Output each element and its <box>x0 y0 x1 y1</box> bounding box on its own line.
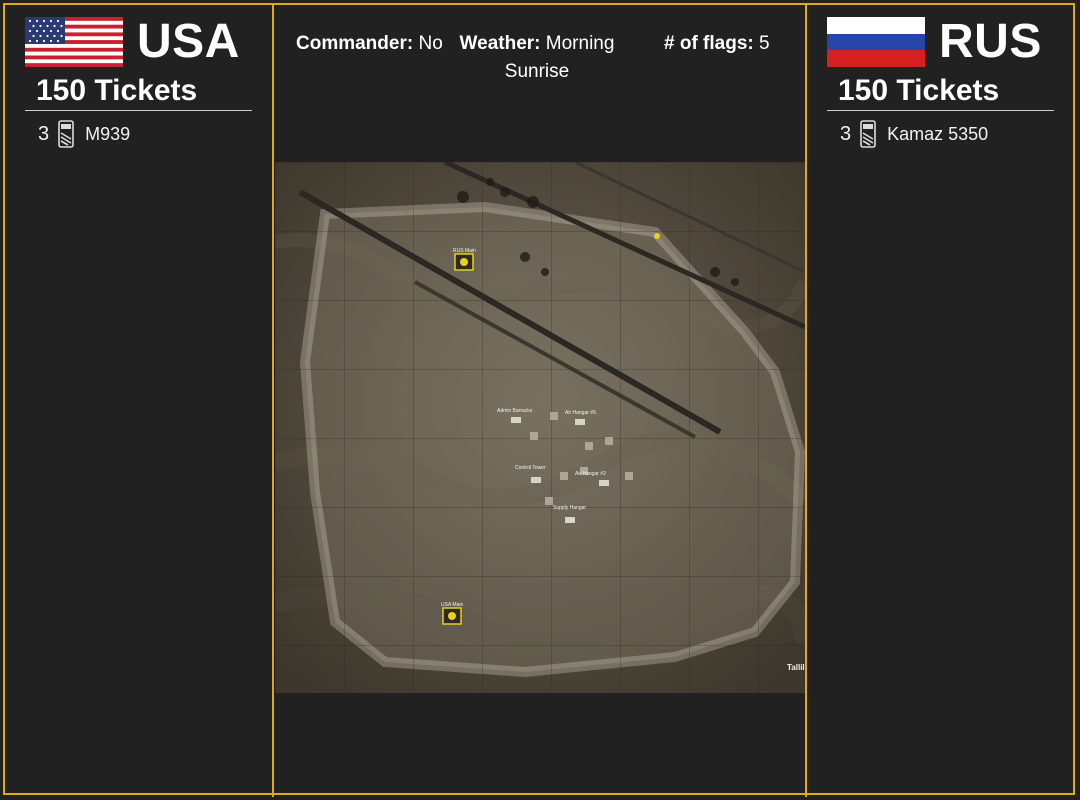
commander-label: Commander: <box>296 33 414 54</box>
divider-right <box>805 3 807 797</box>
label-control-tower: Control Tower <box>515 465 546 471</box>
flag-marker[interactable] <box>654 233 660 239</box>
vehicle-name: M939 <box>85 123 131 144</box>
flags-info: # of flags: 5 <box>664 30 770 58</box>
tickets-rus: 150 Tickets <box>838 74 1000 107</box>
truck-icon <box>58 120 74 148</box>
weather-info: Weather: Morning Sunrise <box>458 30 616 86</box>
usa-flag-icon <box>25 17 123 67</box>
commander-info: Commander: No <box>296 30 443 58</box>
label-tallil: Tallil <box>787 663 805 672</box>
label-air-hangar-2: Air Hangar #2 <box>575 471 606 477</box>
team-header-usa: USA <box>25 16 240 68</box>
label-usa-main: USA Main <box>441 602 463 608</box>
map-image: RUS Main USA Main Admin Barracks Air Han… <box>275 162 805 693</box>
divider-left <box>272 3 274 797</box>
team-name-rus: RUS <box>939 15 1042 68</box>
weather-label: Weather: <box>459 33 541 54</box>
rus-main-marker[interactable] <box>454 253 474 271</box>
map-view[interactable]: RUS Main USA Main Admin Barracks Air Han… <box>275 162 805 693</box>
label-rus-main: RUS Main <box>453 248 476 254</box>
label-air-hangar-5: Air Hangar #5 <box>565 410 596 416</box>
commander-value: No <box>418 33 443 54</box>
russia-flag-icon <box>827 17 925 67</box>
label-supply-hangar: Supply Hangar <box>553 505 586 511</box>
rule-rus <box>827 110 1054 111</box>
vehicle-row-rus: 3 Kamaz 5350 <box>840 120 988 148</box>
vehicle-name: Kamaz 5350 <box>887 123 989 144</box>
tickets-usa: 150 Tickets <box>36 74 198 107</box>
team-header-rus: RUS <box>827 16 1042 68</box>
flags-value: 5 <box>759 33 770 54</box>
usa-main-marker[interactable] <box>442 607 462 625</box>
rule-usa <box>25 110 252 111</box>
label-admin-barracks: Admin Barracks <box>497 408 533 414</box>
team-name-usa: USA <box>137 15 240 68</box>
vehicle-count: 3 <box>38 122 50 145</box>
truck-icon <box>860 120 876 148</box>
flags-label: # of flags: <box>664 33 754 54</box>
vehicle-count: 3 <box>840 122 852 145</box>
vehicle-row-usa: 3 M939 <box>38 120 130 148</box>
